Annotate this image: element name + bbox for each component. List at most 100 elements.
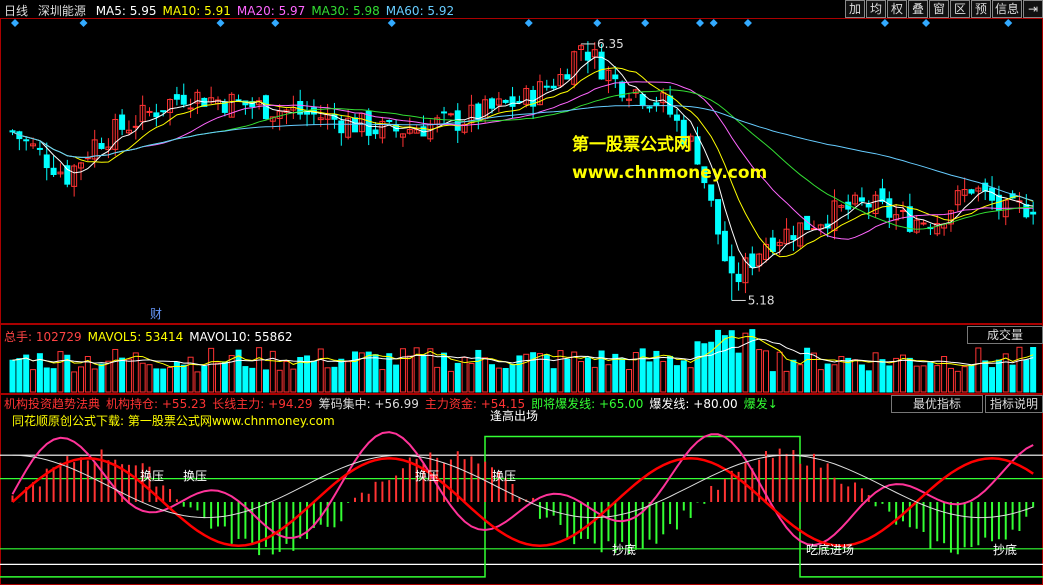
volume-bar: [1009, 364, 1016, 393]
ma-line-1: [12, 67, 1034, 258]
volume-bar: [420, 354, 427, 393]
candle-body: [906, 206, 913, 232]
candle-body: [36, 147, 43, 150]
annotation-chaodi-6: 抄底: [993, 542, 1017, 557]
volume-bar: [701, 343, 708, 393]
volume-bar: [694, 341, 701, 393]
candle-body: [673, 114, 680, 121]
candle-body: [502, 99, 509, 103]
volume-bar: [660, 360, 667, 393]
candle-body: [173, 94, 180, 100]
volume-bar: [221, 361, 228, 393]
candle-body: [509, 96, 516, 107]
volume-bar: [324, 367, 331, 393]
volume-bar: [646, 361, 653, 393]
volume-bar: [1023, 359, 1030, 393]
candle-body: [160, 110, 167, 113]
volume-bar: [482, 357, 489, 393]
volume-bar: [982, 360, 989, 393]
volume-bar: [249, 367, 256, 393]
volume-bar: [680, 360, 687, 393]
volume-bar: [331, 366, 338, 393]
volume-bar: [804, 347, 811, 393]
volume-bar: [468, 362, 475, 393]
volume-bar: [43, 367, 50, 393]
volume-bar: [824, 363, 831, 393]
volume-bar: [160, 368, 167, 393]
volume-bar: [886, 365, 893, 393]
volume-bar: [345, 361, 352, 393]
volume-bar: [194, 371, 201, 393]
volume-bar: [317, 348, 324, 393]
volume-bar: [783, 370, 790, 393]
ma-line-2: [12, 81, 1034, 240]
volume-bar: [489, 364, 495, 393]
volume-bar: [187, 356, 194, 393]
volume-bar: [845, 357, 852, 393]
volume-bar: [71, 371, 78, 393]
volume-bar: [406, 355, 413, 393]
candle-body: [180, 94, 187, 105]
volume-bar: [23, 354, 30, 393]
volume-bar: [441, 352, 448, 393]
volume-bar: [338, 358, 345, 393]
candle-body: [489, 98, 495, 109]
volume-bar: [879, 359, 886, 393]
volume-bar: [379, 369, 386, 393]
volume-bar: [393, 364, 400, 393]
volume-bar: [262, 369, 269, 393]
candle-body: [612, 74, 619, 80]
volume-bar: [447, 370, 454, 393]
candle-body: [98, 143, 105, 149]
volume-bar: [995, 359, 1002, 393]
volume-bar: [721, 335, 728, 393]
event-diamond-5: [524, 19, 533, 27]
volume-bar: [728, 330, 735, 393]
candle-body: [50, 167, 57, 175]
volume-bar: [454, 362, 461, 393]
volume-bar: [139, 362, 146, 393]
candle-body: [865, 203, 872, 208]
candle-body: [715, 199, 722, 235]
candle-body: [721, 230, 728, 262]
candle-body: [653, 102, 660, 106]
candle-body: [728, 256, 735, 274]
volume-bar: [352, 351, 358, 393]
candle-body: [749, 253, 756, 268]
volume-bar: [920, 365, 927, 393]
volume-bar: [968, 364, 975, 393]
volume-bar: [543, 354, 550, 393]
candle-body: [447, 113, 454, 116]
volume-bar: [276, 369, 283, 393]
volume-bar: [310, 360, 317, 393]
volume-bar: [256, 347, 263, 393]
watermark-url: www.chnmoney.com: [572, 163, 768, 183]
volume-bar: [399, 348, 406, 393]
volume-bar: [961, 366, 968, 393]
volume-bar: [571, 351, 578, 393]
volume-bar: [858, 364, 865, 393]
candle-body: [694, 136, 701, 165]
annotation-fenggao-4: 逢高出场: [490, 408, 538, 423]
volume-bar: [269, 350, 276, 393]
volume-bar: [598, 350, 605, 393]
volume-bar: [1030, 347, 1037, 393]
candle-body: [790, 235, 797, 240]
volume-bar: [742, 332, 749, 393]
candle-body: [187, 107, 194, 110]
volume-bar: [550, 368, 557, 393]
candle-body: [708, 184, 715, 201]
volume-bar: [605, 364, 612, 393]
event-diamond-7: [641, 19, 650, 27]
volume-bar: [906, 357, 913, 393]
candle-body: [64, 165, 71, 185]
event-diamond-9: [709, 19, 718, 27]
event-diamond-2: [216, 19, 225, 27]
volume-bar: [578, 361, 585, 393]
volume-bar: [283, 361, 290, 393]
low-label: 5.18: [748, 293, 775, 307]
candle-body: [598, 51, 605, 80]
volume-bar: [167, 367, 174, 393]
volume-bar: [475, 349, 482, 393]
annotation-huanya-2: 换压: [415, 469, 439, 483]
